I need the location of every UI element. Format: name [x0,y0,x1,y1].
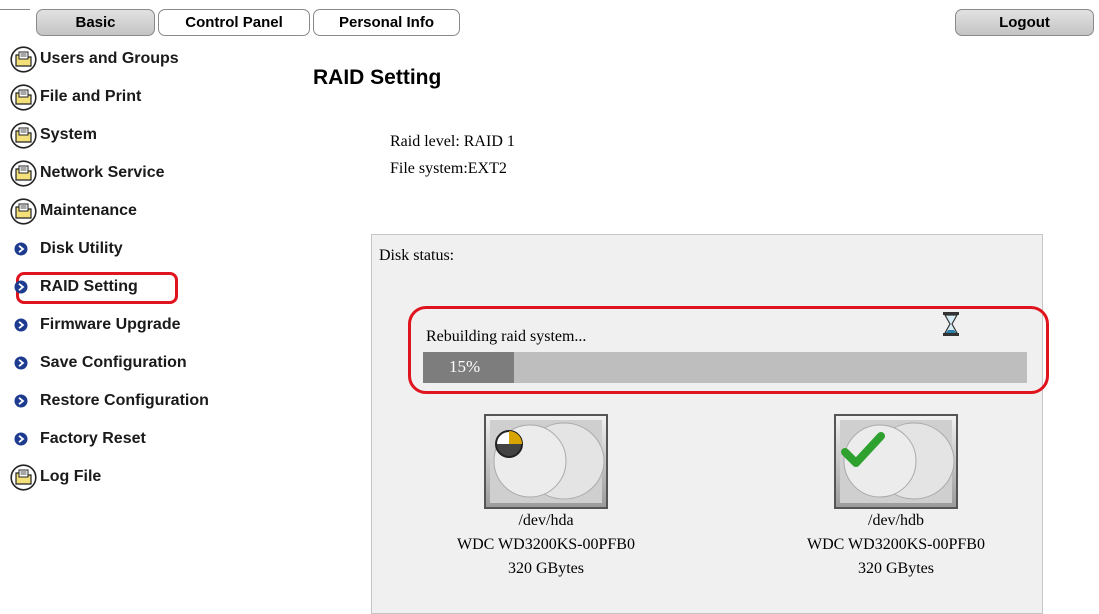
rebuild-progress-bar: 15% [423,352,1027,383]
sidebar-item-log-file[interactable]: Log File [10,462,101,492]
tab-basic[interactable]: Basic [36,9,155,36]
logout-button[interactable]: Logout [955,9,1094,36]
folder-icon [10,159,37,187]
disk-device: /dev/hda [518,512,574,529]
folder-icon [10,121,37,149]
sidebar-item-label: Network Service [40,164,165,181]
folder-icon [10,83,37,111]
tab-bar-line [0,9,30,10]
sidebar-item-label: Disk Utility [40,240,123,257]
sidebar-item-label: Log File [40,468,102,485]
sidebar-item-disk-utility[interactable]: Disk Utility [10,234,123,264]
sidebar-item-factory-reset[interactable]: Factory Reset [10,424,146,454]
sidebar-item-label: File and Print [40,88,142,105]
sidebar-item-label: Maintenance [40,202,137,219]
bullet-icon [14,432,28,446]
bullet-icon [14,394,28,408]
sidebar-item-restore-configuration[interactable]: Restore Configuration [10,386,209,416]
disk-status-label: Disk status: [379,247,455,264]
sidebar-item-network-service[interactable]: Network Service [10,158,165,188]
disk-hdb: /dev/hdb WDC WD3200KS-00PFB0 320 GBytes [761,414,1031,581]
disk-hda: /dev/hda WDC WD3200KS-00PFB0 320 GBytes [411,414,681,581]
progress-percent: 15% [449,357,481,376]
sidebar-item-label: Users and Groups [40,50,179,67]
bullet-icon [14,318,28,332]
sidebar-item-users-and-groups[interactable]: Users and Groups [10,44,179,74]
disk-size: 320 GBytes [508,560,584,577]
sidebar-item-label: Factory Reset [40,430,146,447]
sidebar-item-label: System [40,126,97,143]
raid-level: Raid level: RAID 1 [390,133,515,150]
sidebar-item-label: RAID Setting [40,278,138,295]
sidebar-item-label: Firmware Upgrade [40,316,181,333]
tab-personal-info[interactable]: Personal Info [313,9,460,36]
sidebar-item-label: Save Configuration [40,354,187,371]
folder-icon [10,197,37,225]
checkmark-icon [841,432,885,467]
sidebar-item-system[interactable]: System [10,120,97,150]
disk-model: WDC WD3200KS-00PFB0 [807,536,985,553]
hourglass-icon [943,312,959,336]
rebuilding-icon [495,430,523,458]
bullet-icon [14,242,28,256]
folder-icon [10,45,37,73]
sidebar-item-firmware-upgrade[interactable]: Firmware Upgrade [10,310,180,340]
folder-icon [10,463,37,491]
tab-control-panel[interactable]: Control Panel [158,9,310,36]
file-system: File system:EXT2 [390,160,507,177]
sidebar-item-raid-setting[interactable]: RAID Setting [10,272,138,302]
sidebar-item-maintenance[interactable]: Maintenance [10,196,137,226]
page-title: RAID Setting [313,66,442,89]
sidebar-item-save-configuration[interactable]: Save Configuration [10,348,187,378]
disk-device: /dev/hdb [868,512,924,529]
rebuild-status-text: Rebuilding raid system... [426,328,587,345]
top-tab-bar: Basic Control Panel Personal Info Logout [0,0,1099,40]
sidebar-item-file-and-print[interactable]: File and Print [10,82,141,112]
bullet-icon [14,356,28,370]
sidebar-item-label: Restore Configuration [40,392,209,409]
disk-model: WDC WD3200KS-00PFB0 [457,536,635,553]
disk-status-panel: Disk status: Rebuilding raid system... 1… [371,234,1049,614]
bullet-icon [14,280,28,294]
disk-size: 320 GBytes [858,560,934,577]
